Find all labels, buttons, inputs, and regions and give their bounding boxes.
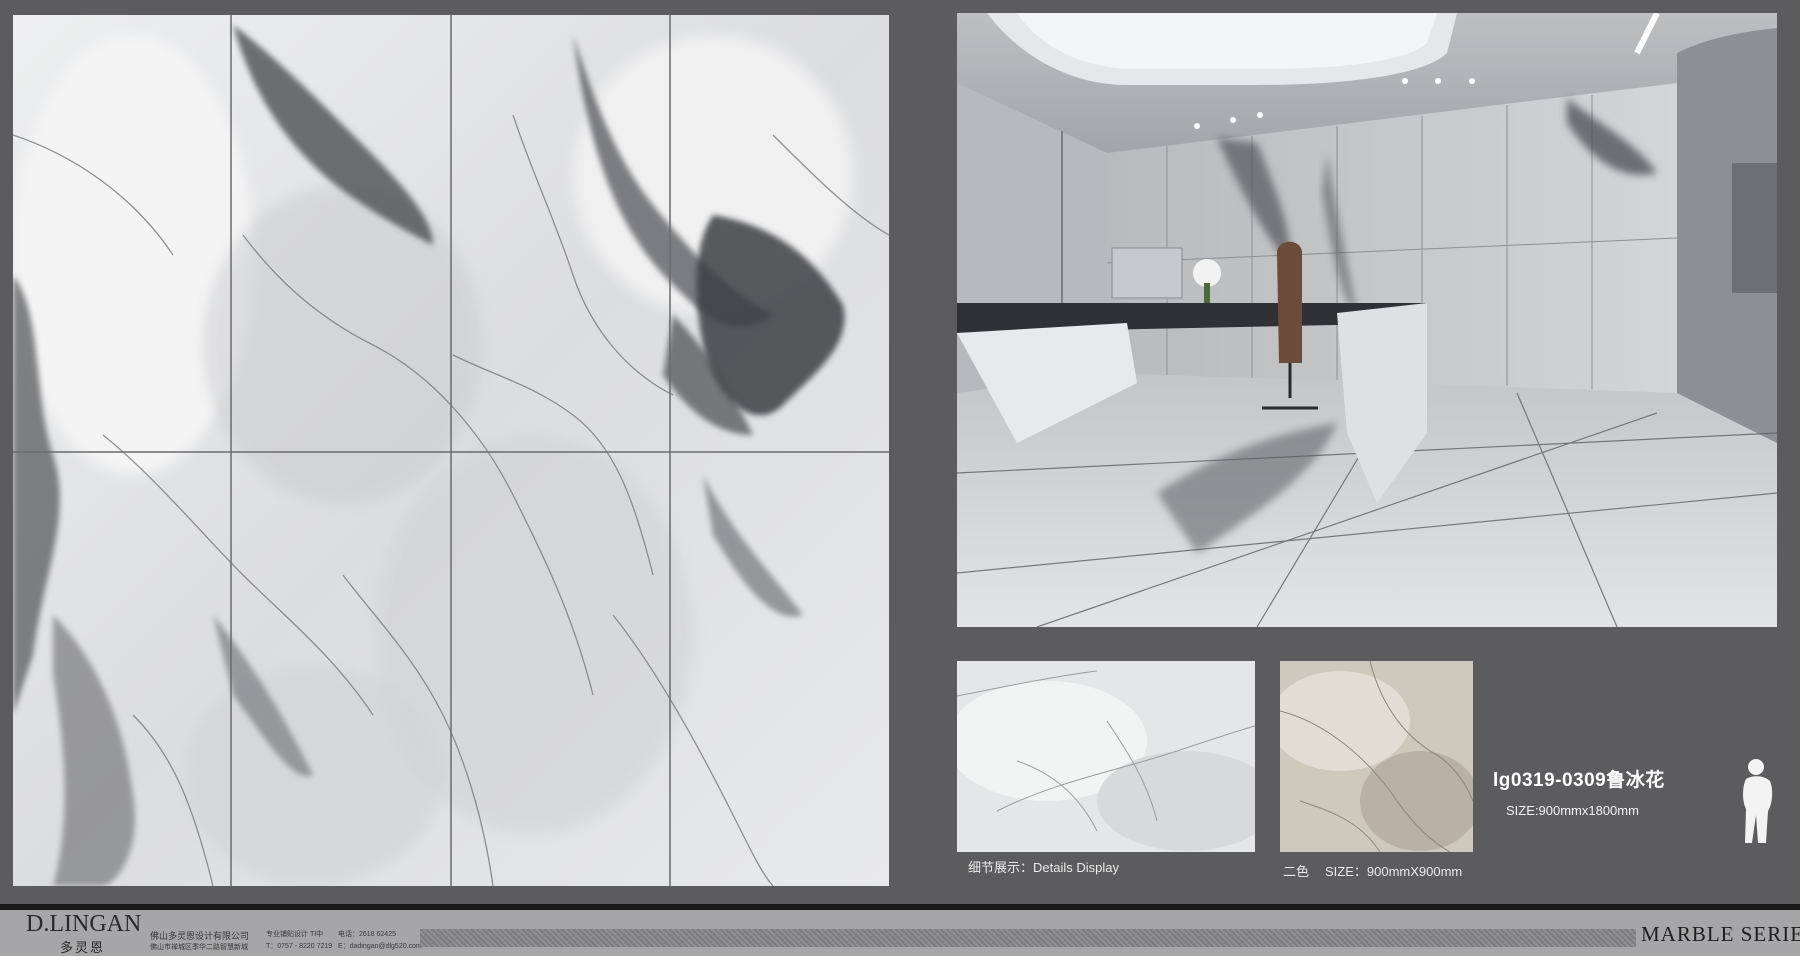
marble-texture: [13, 15, 889, 886]
alt-color-size: SIZE：900mmX900mm: [1325, 864, 1463, 879]
phone-number: T：0757 - 8220 7219: [266, 943, 333, 950]
office-room-render: [957, 13, 1777, 627]
detail-swatch-beige-marble: [1280, 661, 1473, 852]
email-address: E：dadingan@dlg520.com: [338, 943, 422, 950]
brand-chinese-name: 多灵恩: [60, 940, 106, 955]
product-size: SIZE:900mmx1800mm: [1506, 803, 1639, 818]
product-code: lg0319-0309鲁冰花: [1493, 770, 1665, 791]
alt-color-label: 二色: [1283, 864, 1310, 879]
company-name: 佛山多灵恩设计有限公司: [150, 931, 250, 941]
white-marble-texture: [957, 661, 1255, 852]
footer-decorative-strip: [420, 929, 1636, 947]
detail-swatch-white-marble: [957, 661, 1255, 852]
marble-tile-layout: [13, 15, 889, 886]
room-scene: [957, 13, 1777, 627]
company-address: 佛山市禅城区季华二路智慧新城: [150, 944, 248, 951]
contact-code: 电话：2618 62425: [338, 931, 396, 938]
series-label: MARBLE SERIES: [1641, 922, 1800, 946]
service-line: 专业铺贴设计 TI中: [266, 931, 324, 938]
details-display-caption: 细节展示：Details Display: [968, 860, 1119, 875]
human-silhouette-icon: [1738, 757, 1778, 843]
brand-logo-text: D.LINGAN: [26, 911, 142, 937]
beige-marble-texture: [1280, 661, 1473, 852]
